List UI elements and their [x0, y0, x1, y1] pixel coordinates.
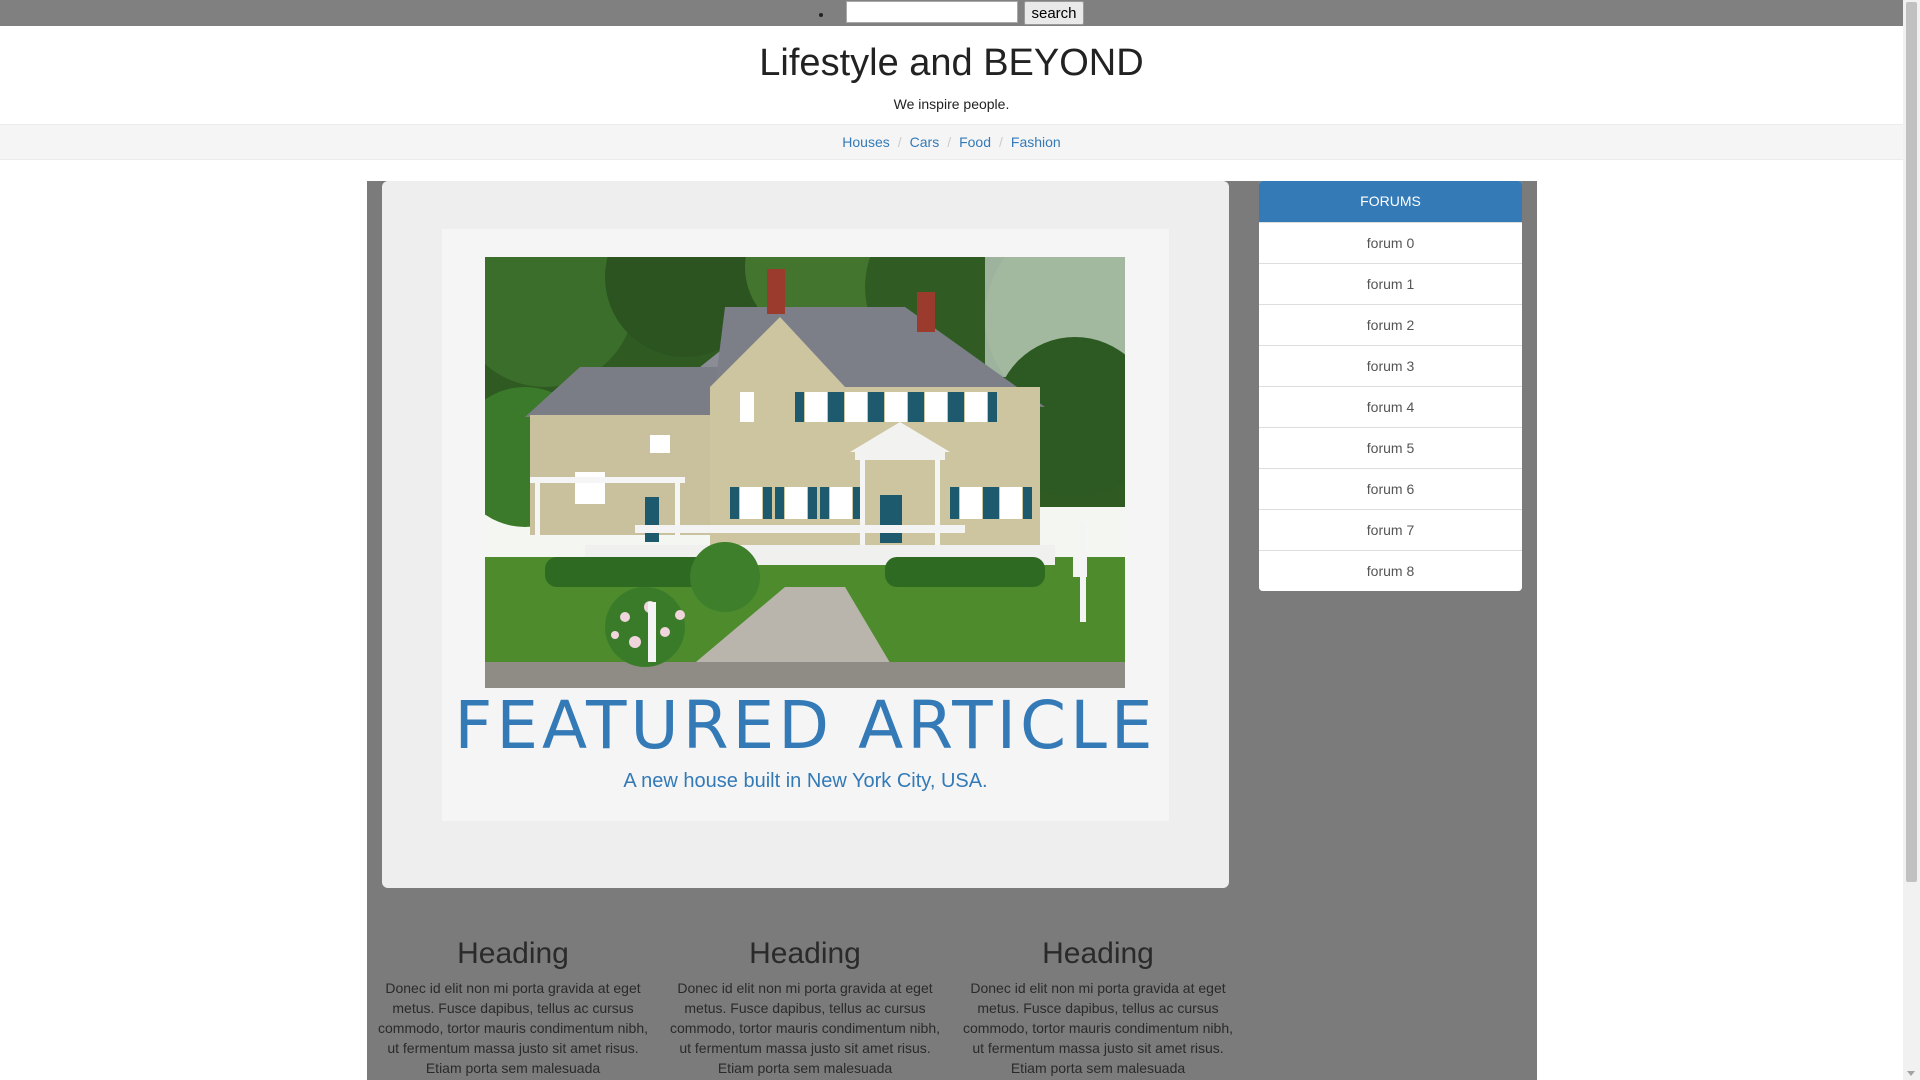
breadcrumb-separator: / — [947, 134, 952, 150]
forum-item[interactable]: forum 8 — [1259, 550, 1522, 591]
column-heading: Heading — [1042, 937, 1154, 970]
featured-article-subtitle[interactable]: A new house built in New York City, USA. — [442, 770, 1169, 793]
search-button[interactable]: search — [1024, 1, 1084, 25]
nav-link-cars[interactable]: Cars — [910, 134, 940, 150]
forum-item[interactable]: forum 2 — [1259, 304, 1522, 345]
column-text: Donec id elit non mi porta gravida at eg… — [670, 980, 940, 1076]
forum-item[interactable]: forum 5 — [1259, 427, 1522, 468]
breadcrumb-separator: / — [897, 134, 902, 150]
featured-house-image[interactable] — [485, 257, 1125, 688]
column-heading: Heading — [457, 937, 569, 970]
forum-item[interactable]: forum 0 — [1259, 222, 1522, 263]
scroll-down-arrow-icon[interactable] — [1907, 1071, 1915, 1076]
forum-item[interactable]: forum 3 — [1259, 345, 1522, 386]
forums-header[interactable]: FORUMS — [1259, 181, 1522, 222]
forum-item[interactable]: forum 7 — [1259, 509, 1522, 550]
column-text: Donec id elit non mi porta gravida at eg… — [963, 980, 1233, 1076]
forum-item[interactable]: forum 4 — [1259, 386, 1522, 427]
search-input[interactable] — [846, 1, 1018, 23]
content-column: Heading Donec id elit non mi porta gravi… — [963, 930, 1233, 1078]
column-text: Donec id elit non mi porta gravida at eg… — [378, 980, 648, 1076]
nav-link-houses[interactable]: Houses — [842, 134, 889, 150]
forum-item[interactable]: forum 1 — [1259, 263, 1522, 304]
bullet-icon — [819, 13, 823, 17]
breadcrumb-separator: / — [999, 134, 1003, 150]
content-column: Heading Donec id elit non mi porta gravi… — [378, 930, 648, 1078]
breadcrumb: Houses / Cars / Food / Fashion — [0, 124, 1903, 160]
site-title: Lifestyle and BEYOND — [759, 42, 1144, 84]
content-column: Heading Donec id elit non mi porta gravi… — [670, 930, 940, 1078]
forums-list: FORUMS forum 0 forum 1 forum 2 forum 3 f… — [1259, 181, 1522, 591]
site-tagline: We inspire people. — [893, 96, 1010, 112]
scrollbar-thumb[interactable] — [1906, 2, 1917, 882]
featured-article-title[interactable]: FEATURED ARTICLE — [442, 688, 1169, 764]
top-search-bar: search — [0, 0, 1903, 26]
column-heading: Heading — [749, 937, 861, 970]
page-scrollbar[interactable] — [1903, 0, 1920, 1080]
forum-item[interactable]: forum 6 — [1259, 468, 1522, 509]
nav-link-food[interactable]: Food — [959, 134, 991, 150]
nav-link-fashion[interactable]: Fashion — [1011, 134, 1061, 150]
